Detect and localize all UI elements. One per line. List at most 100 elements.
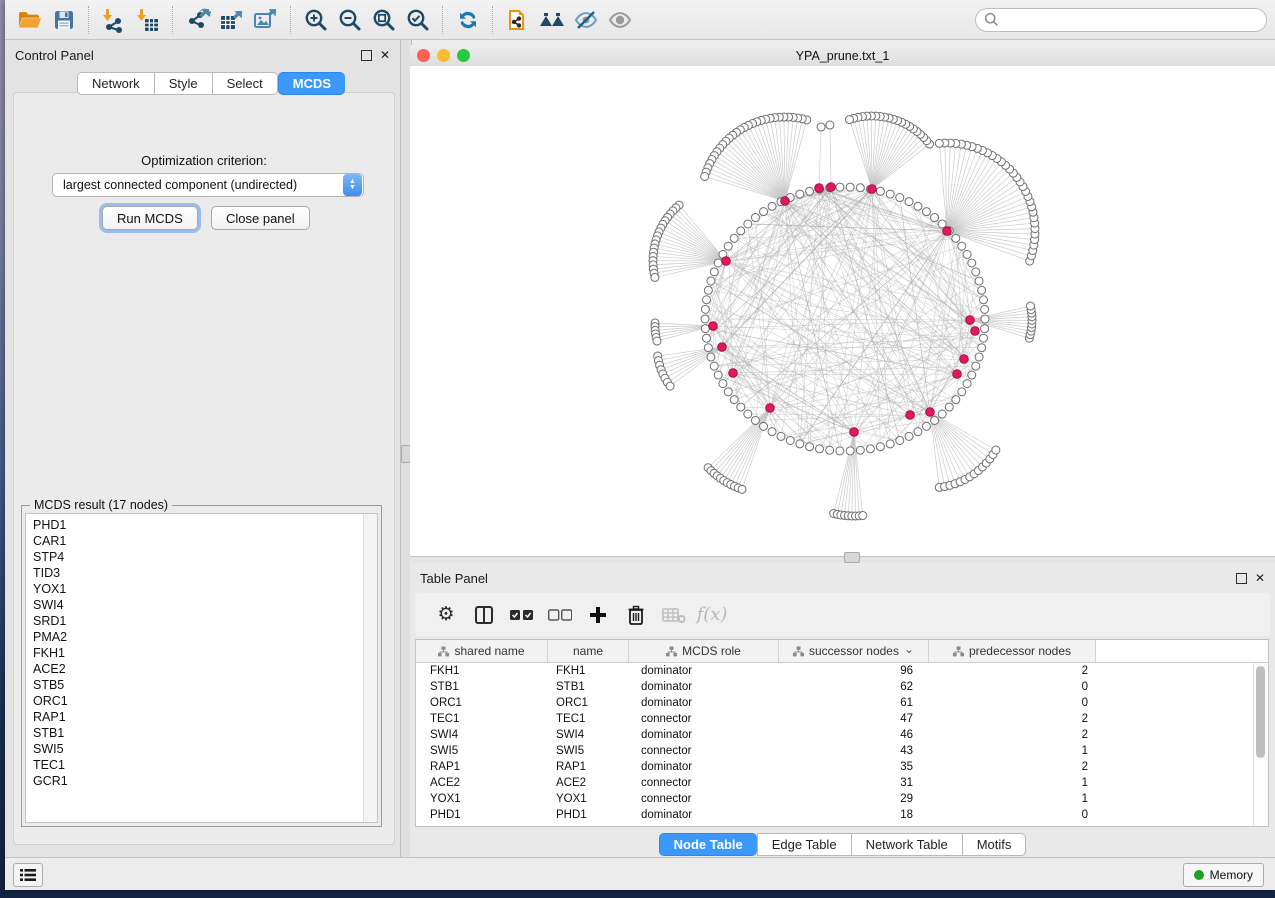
- cell-successor-nodes[interactable]: 62: [779, 681, 929, 693]
- mcds-result-item[interactable]: SWI5: [33, 741, 363, 757]
- select-all-icon[interactable]: [503, 600, 541, 630]
- network-node[interactable]: [768, 202, 776, 210]
- export-image-icon[interactable]: [249, 5, 283, 35]
- table-row[interactable]: PHD1PHD1dominator180: [416, 807, 1268, 823]
- cell-predecessor-nodes[interactable]: 0: [929, 809, 1096, 821]
- mcds-node[interactable]: [781, 197, 790, 206]
- cell-successor-nodes[interactable]: 61: [779, 697, 929, 709]
- cell-name[interactable]: TEC1: [548, 713, 629, 725]
- mcds-result-item[interactable]: SWI4: [33, 597, 363, 613]
- cell-mcds-role[interactable]: dominator: [629, 697, 779, 709]
- open-session-icon[interactable]: [13, 5, 47, 35]
- hide-selected-icon[interactable]: [569, 5, 603, 35]
- network-node[interactable]: [859, 512, 867, 520]
- network-node[interactable]: [724, 388, 732, 396]
- cell-successor-nodes[interactable]: 29: [779, 793, 929, 805]
- cell-successor-nodes[interactable]: 18: [779, 809, 929, 821]
- network-node[interactable]: [978, 286, 986, 294]
- network-node[interactable]: [931, 214, 939, 222]
- network-node[interactable]: [836, 447, 844, 455]
- network-node[interactable]: [826, 121, 834, 129]
- mcds-node[interactable]: [953, 370, 962, 379]
- network-node[interactable]: [704, 344, 712, 352]
- mcds-node[interactable]: [943, 227, 952, 236]
- network-node[interactable]: [975, 277, 983, 285]
- mcds-result-item[interactable]: SRD1: [33, 613, 363, 629]
- column-header-shared-name[interactable]: shared name: [416, 640, 548, 662]
- cell-successor-nodes[interactable]: 35: [779, 761, 929, 773]
- network-node[interactable]: [866, 445, 874, 453]
- network-node[interactable]: [856, 446, 864, 454]
- network-node[interactable]: [701, 315, 709, 323]
- network-node[interactable]: [714, 371, 722, 379]
- close-panel-icon[interactable]: ✕: [380, 49, 390, 61]
- network-node[interactable]: [651, 273, 659, 281]
- run-mcds-button[interactable]: Run MCDS: [102, 206, 198, 230]
- network-node[interactable]: [707, 353, 715, 361]
- table-row[interactable]: ORC1ORC1dominator610: [416, 695, 1268, 711]
- mcds-result-item[interactable]: YOX1: [33, 581, 363, 597]
- network-node[interactable]: [886, 190, 894, 198]
- tab-network-table[interactable]: Network Table: [851, 833, 962, 856]
- network-node[interactable]: [958, 242, 966, 250]
- cell-successor-nodes[interactable]: 46: [779, 729, 929, 741]
- network-node[interactable]: [938, 410, 946, 418]
- column-header-predecessor-nodes[interactable]: predecessor nodes: [929, 640, 1096, 662]
- mcds-result-item[interactable]: STP4: [33, 549, 363, 565]
- zoom-in-icon[interactable]: [299, 5, 333, 35]
- cell-name[interactable]: STB1: [548, 681, 629, 693]
- cell-name[interactable]: SWI4: [548, 729, 629, 741]
- network-node[interactable]: [922, 422, 930, 430]
- tab-network[interactable]: Network: [77, 72, 154, 95]
- network-node[interactable]: [978, 344, 986, 352]
- tab-edge-table[interactable]: Edge Table: [757, 833, 851, 856]
- delete-column-icon[interactable]: [617, 600, 655, 630]
- cell-mcds-role[interactable]: dominator: [629, 681, 779, 693]
- tab-mcds[interactable]: MCDS: [278, 72, 345, 95]
- network-node[interactable]: [1026, 302, 1034, 310]
- cell-mcds-role[interactable]: connector: [629, 777, 779, 789]
- cell-mcds-role[interactable]: dominator: [629, 729, 779, 741]
- network-node[interactable]: [968, 371, 976, 379]
- cell-name[interactable]: PHD1: [548, 809, 629, 821]
- mcds-node[interactable]: [960, 355, 969, 364]
- network-node[interactable]: [980, 334, 988, 342]
- cell-shared-name[interactable]: YOX1: [416, 793, 548, 805]
- network-node[interactable]: [876, 187, 884, 195]
- cell-shared-name[interactable]: ACE2: [416, 777, 548, 789]
- network-node[interactable]: [702, 296, 710, 304]
- close-panel-button[interactable]: Close panel: [211, 206, 310, 230]
- network-node[interactable]: [806, 443, 814, 451]
- mcds-node[interactable]: [718, 343, 727, 352]
- cell-shared-name[interactable]: PHD1: [416, 809, 548, 821]
- import-table-icon[interactable]: [131, 5, 165, 35]
- cell-name[interactable]: ORC1: [548, 697, 629, 709]
- network-node[interactable]: [975, 353, 983, 361]
- network-node[interactable]: [710, 362, 718, 370]
- network-node[interactable]: [826, 446, 834, 454]
- network-node[interactable]: [737, 403, 745, 411]
- mcds-node[interactable]: [971, 327, 980, 336]
- mcds-result-item[interactable]: GCR1: [33, 773, 363, 789]
- cell-predecessor-nodes[interactable]: 0: [929, 681, 1096, 693]
- network-node[interactable]: [666, 382, 674, 390]
- result-scrollbar[interactable]: [363, 514, 377, 822]
- cell-name[interactable]: RAP1: [548, 761, 629, 773]
- zoom-fit-icon[interactable]: [367, 5, 401, 35]
- network-node[interactable]: [737, 227, 745, 235]
- mcds-result-item[interactable]: TEC1: [33, 757, 363, 773]
- network-node[interactable]: [836, 183, 844, 191]
- cell-name[interactable]: ACE2: [548, 777, 629, 789]
- network-node[interactable]: [701, 172, 709, 180]
- network-node[interactable]: [724, 242, 732, 250]
- mcds-node[interactable]: [926, 408, 935, 417]
- mcds-result-item[interactable]: ACE2: [33, 661, 363, 677]
- table-row[interactable]: RAP1RAP1dominator352: [416, 759, 1268, 775]
- network-node[interactable]: [958, 388, 966, 396]
- network-node[interactable]: [719, 380, 727, 388]
- cell-mcds-role[interactable]: connector: [629, 793, 779, 805]
- panel-menu-button[interactable]: [13, 863, 43, 887]
- mcds-node[interactable]: [827, 183, 836, 192]
- cell-predecessor-nodes[interactable]: 0: [929, 697, 1096, 709]
- mcds-node[interactable]: [729, 369, 738, 378]
